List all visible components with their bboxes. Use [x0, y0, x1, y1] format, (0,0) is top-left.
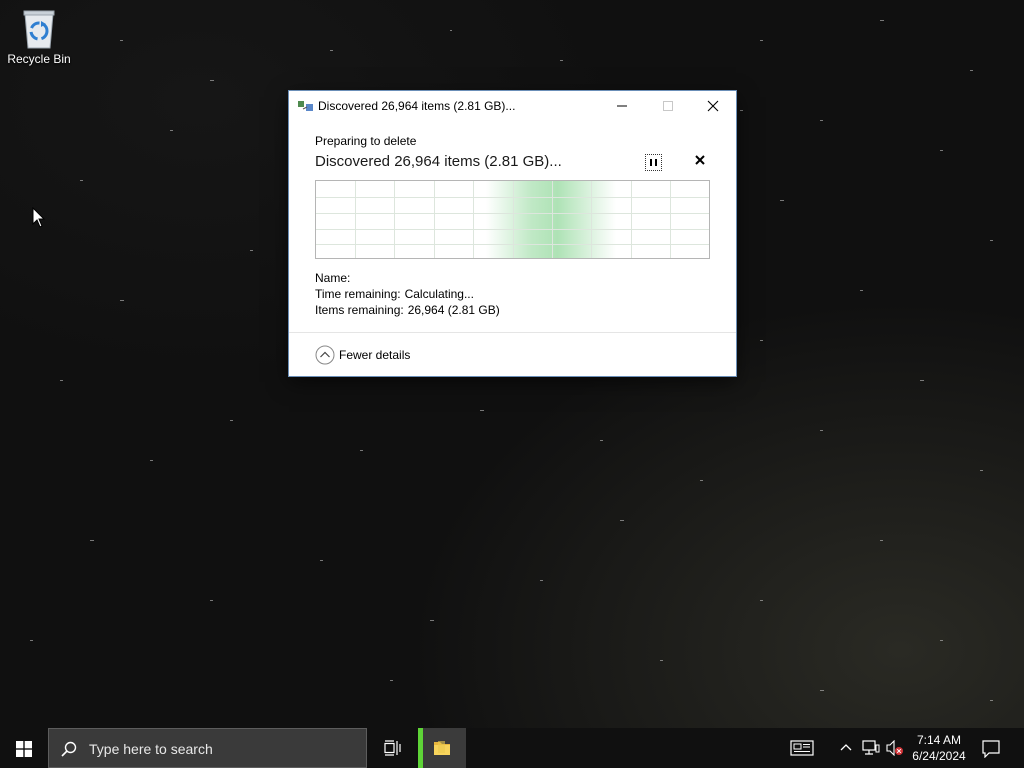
taskbar-file-explorer[interactable]	[418, 728, 466, 768]
progress-graph-grid	[316, 181, 709, 258]
close-button[interactable]	[690, 91, 736, 121]
delete-progress-dialog: Discovered 26,964 items (2.81 GB)... Pre…	[289, 91, 736, 376]
desktop: Recycle Bin Discovered 26,964 items (2.8…	[0, 0, 1024, 728]
clock-date: 6/24/2024	[912, 749, 966, 763]
dialog-title: Discovered 26,964 items (2.81 GB)...	[318, 99, 516, 113]
time-remaining-label: Time remaining:	[315, 287, 401, 301]
close-icon	[707, 100, 719, 112]
taskbar: Type here to search 7:14 AM 6/24/2024	[0, 728, 1024, 768]
cancel-operation-button[interactable]	[695, 155, 705, 165]
news-and-interests-icon[interactable]	[790, 740, 814, 756]
dialog-titlebar[interactable]: Discovered 26,964 items (2.81 GB)...	[289, 91, 736, 121]
show-hidden-icons-icon[interactable]	[840, 742, 852, 752]
maximize-button[interactable]	[645, 91, 691, 121]
taskbar-search-box[interactable]: Type here to search	[48, 728, 367, 768]
pause-icon	[650, 159, 652, 166]
progress-graph	[315, 180, 710, 259]
network-icon[interactable]	[862, 740, 880, 756]
recycle-bin-label: Recycle Bin	[7, 52, 71, 66]
detail-items-remaining: Items remaining: 26,964 (2.81 GB)	[315, 303, 500, 317]
search-icon	[61, 741, 77, 757]
folder-icon	[434, 741, 450, 755]
start-button[interactable]	[0, 728, 48, 768]
items-remaining-label: Items remaining:	[315, 303, 404, 317]
file-operation-icon	[298, 101, 313, 111]
recycle-bin-icon	[23, 10, 55, 49]
maximize-icon	[663, 101, 673, 111]
minimize-icon	[617, 105, 627, 107]
desktop-icon-recycle-bin[interactable]: Recycle Bin	[4, 6, 74, 66]
mouse-cursor-icon	[32, 207, 46, 228]
detail-time-remaining: Time remaining: Calculating...	[315, 287, 474, 301]
search-placeholder: Type here to search	[89, 741, 213, 757]
action-center-icon[interactable]	[982, 740, 1000, 758]
name-label: Name:	[315, 271, 351, 285]
minimize-button[interactable]	[599, 91, 645, 121]
clock-time: 7:14 AM	[916, 733, 962, 747]
time-remaining-value: Calculating...	[404, 287, 474, 301]
active-app-indicator	[418, 728, 423, 768]
operation-label: Preparing to delete	[315, 134, 417, 148]
fewer-details-label: Fewer details	[339, 348, 411, 362]
detail-name: Name:	[315, 271, 354, 285]
task-view-icon	[384, 740, 401, 756]
taskbar-clock[interactable]: 7:14 AM 6/24/2024	[904, 732, 974, 764]
task-view-button[interactable]	[368, 728, 416, 768]
windows-logo-icon	[16, 741, 32, 757]
volume-muted-icon[interactable]	[886, 740, 904, 756]
items-remaining-value: 26,964 (2.81 GB)	[407, 303, 500, 317]
divider	[289, 332, 736, 333]
progress-status: Discovered 26,964 items (2.81 GB)...	[315, 153, 562, 170]
pause-button[interactable]	[645, 154, 662, 171]
chevron-up-icon	[315, 345, 335, 365]
